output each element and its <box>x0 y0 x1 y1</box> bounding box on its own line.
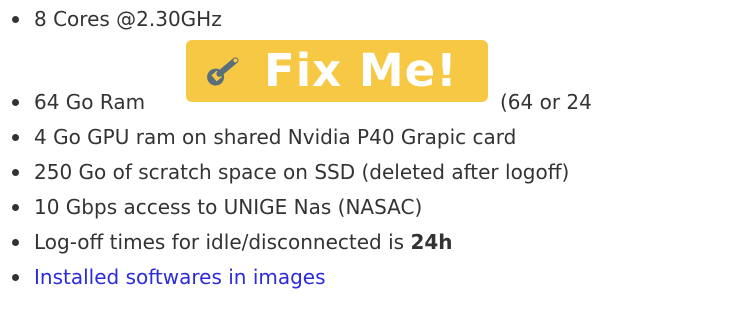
logoff-text: Log-off times for idle/disconnected is 2… <box>34 229 453 255</box>
network-text: 10 Gbps access to UNIGE Nas (NASAC) <box>34 195 423 219</box>
bullet-icon <box>12 274 19 281</box>
fix-me-label: Fix Me! <box>264 44 458 97</box>
logoff-label: Log-off times for idle/disconnected is <box>34 230 411 254</box>
wrench-icon <box>207 57 239 86</box>
bullet-icon <box>12 99 19 106</box>
ram-text: 64 Go Ram <box>34 90 146 114</box>
scratch-text: 250 Go of scratch space on SSD (deleted … <box>34 160 570 184</box>
cores-text: 8 Cores @2.30GHz <box>34 7 222 31</box>
bullet-icon <box>12 16 19 23</box>
installed-software-link[interactable]: Installed softwares in images <box>34 264 326 290</box>
bullet-icon <box>12 204 19 211</box>
logoff-value: 24h <box>410 230 453 254</box>
bullet-icon <box>12 134 19 141</box>
bullet-icon <box>12 169 19 176</box>
fix-me-badge[interactable]: Fix Me! <box>186 40 488 102</box>
ram-note-text: (64 or 24 <box>500 90 592 114</box>
bullet-icon <box>12 239 19 246</box>
gpu-text: 4 Go GPU ram on shared Nvidia P40 Grapic… <box>34 125 517 149</box>
